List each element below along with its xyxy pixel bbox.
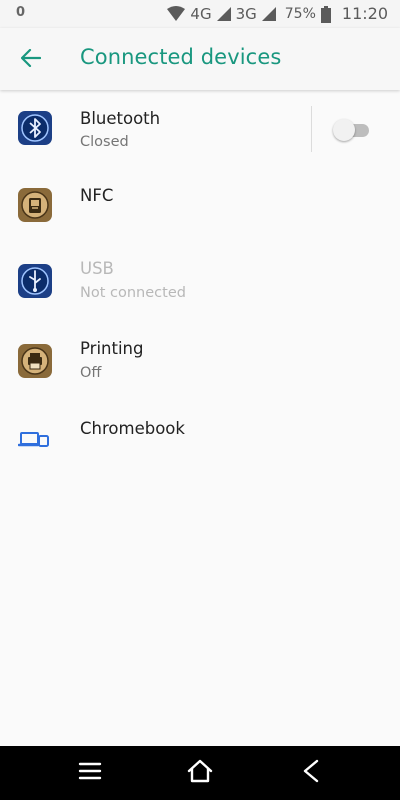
toggle-thumb — [333, 119, 355, 141]
wifi-icon — [167, 6, 186, 22]
list-item-nfc[interactable]: NFC — [0, 172, 400, 252]
item-title: Bluetooth — [80, 109, 161, 128]
home-button[interactable] — [185, 759, 215, 787]
printer-icon — [18, 344, 52, 378]
bluetooth-icon — [18, 111, 52, 145]
network-4g-label: 4G — [190, 5, 212, 23]
back-nav-button[interactable] — [296, 759, 326, 787]
item-subtitle: Off — [80, 365, 102, 381]
list-item-bluetooth[interactable]: Bluetooth Closed — [0, 92, 400, 172]
settings-list: Bluetooth Closed NFC USB Not connected P… — [0, 92, 400, 492]
menu-button[interactable] — [75, 759, 105, 787]
item-subtitle: Closed — [80, 134, 129, 150]
item-title: NFC — [80, 186, 114, 205]
clock: 11:20 — [341, 4, 388, 23]
usb-icon — [18, 264, 52, 298]
item-title: Chromebook — [80, 419, 185, 438]
nfc-icon — [18, 188, 52, 222]
item-subtitle: Not connected — [80, 285, 186, 301]
back-icon — [301, 759, 321, 787]
list-item-chromebook[interactable]: Chromebook — [0, 412, 400, 492]
navigation-bar — [0, 746, 400, 800]
battery-percent: 75% — [284, 6, 316, 22]
status-icons: 4G 3G 75% 11:20 — [167, 4, 388, 24]
page-title: Connected devices — [80, 45, 282, 69]
screen: 0 4G 3G 75% 11:20 Connected devices Blue… — [0, 0, 400, 800]
status-indicator: 0 — [16, 5, 26, 20]
signal-icon — [261, 7, 276, 21]
arrow-left-icon — [20, 48, 42, 71]
network-3g-label: 3G — [235, 5, 257, 23]
devices-icon — [17, 422, 52, 456]
item-title: USB — [80, 259, 114, 278]
battery-icon — [320, 5, 331, 23]
signal-icon — [216, 7, 231, 21]
app-bar: Connected devices — [0, 28, 400, 90]
bluetooth-toggle[interactable] — [333, 118, 371, 142]
list-item-usb[interactable]: USB Not connected — [0, 252, 400, 332]
back-button[interactable] — [12, 41, 50, 79]
menu-icon — [78, 761, 102, 785]
status-bar: 0 4G 3G 75% 11:20 — [0, 0, 400, 28]
home-icon — [186, 759, 214, 787]
list-item-printing[interactable]: Printing Off — [0, 332, 400, 412]
divider — [311, 106, 312, 152]
item-title: Printing — [80, 339, 144, 358]
